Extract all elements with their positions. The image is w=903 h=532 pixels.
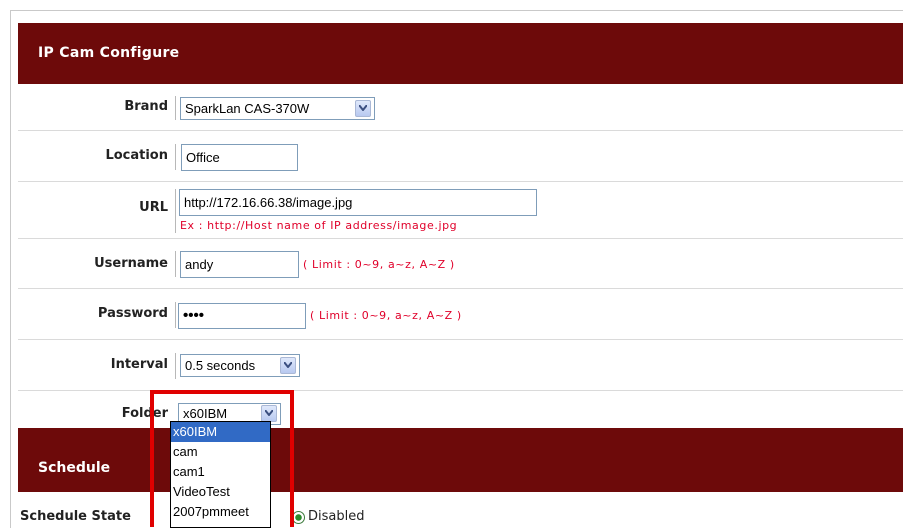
url-input-value: http://172.16.66.38/image.jpg	[184, 195, 353, 210]
column-divider	[175, 144, 176, 170]
brand-select[interactable]: SparkLan CAS-370W	[180, 97, 375, 120]
location-row: Location Office	[18, 131, 903, 182]
interval-label: Interval	[110, 357, 168, 372]
location-input-value: Office	[186, 150, 220, 165]
schedule-state-label: Schedule State	[20, 509, 131, 524]
interval-select-value: 0.5 seconds	[185, 358, 256, 373]
schedule-title: Schedule	[38, 460, 111, 476]
column-divider	[175, 189, 176, 233]
url-row: URL http://172.16.66.38/image.jpg Ex : h…	[18, 182, 903, 239]
chevron-down-icon[interactable]	[280, 357, 296, 374]
highlight-box	[150, 390, 294, 527]
username-input[interactable]: andy	[180, 251, 299, 278]
page-title: IP Cam Configure	[38, 45, 180, 61]
folder-label: Folder	[121, 406, 168, 421]
url-hint: Ex : http://Host name of IP address/imag…	[180, 219, 458, 232]
username-label: Username	[94, 256, 168, 271]
password-label: Password	[97, 306, 168, 321]
username-hint: ( Limit : 0~9, a~z, A~Z )	[303, 258, 455, 271]
config-panel: IP Cam Configure Brand SparkLan CAS-370W…	[10, 10, 903, 532]
url-label: URL	[139, 200, 168, 215]
location-input[interactable]: Office	[181, 144, 298, 171]
column-divider	[175, 251, 176, 277]
password-row: Password •••• ( Limit : 0~9, a~z, A~Z )	[18, 289, 903, 340]
ip-cam-configure-header: IP Cam Configure	[18, 23, 903, 84]
location-label: Location	[105, 148, 168, 163]
brand-select-value: SparkLan CAS-370W	[185, 101, 310, 116]
brand-row: Brand SparkLan CAS-370W	[18, 84, 903, 131]
username-row: Username andy ( Limit : 0~9, a~z, A~Z )	[18, 239, 903, 289]
chevron-down-icon[interactable]	[355, 100, 371, 117]
url-input[interactable]: http://172.16.66.38/image.jpg	[179, 189, 537, 216]
password-input[interactable]: ••••	[178, 303, 306, 329]
username-input-value: andy	[185, 257, 214, 272]
interval-select[interactable]: 0.5 seconds	[180, 354, 300, 377]
password-hint: ( Limit : 0~9, a~z, A~Z )	[310, 309, 462, 322]
column-divider	[175, 302, 176, 328]
brand-label: Brand	[124, 99, 168, 114]
password-input-value: ••••	[183, 307, 205, 324]
interval-row: Interval 0.5 seconds	[18, 340, 903, 391]
schedule-state-value: Disabled	[308, 509, 365, 524]
column-divider	[175, 353, 176, 379]
column-divider	[175, 96, 176, 120]
